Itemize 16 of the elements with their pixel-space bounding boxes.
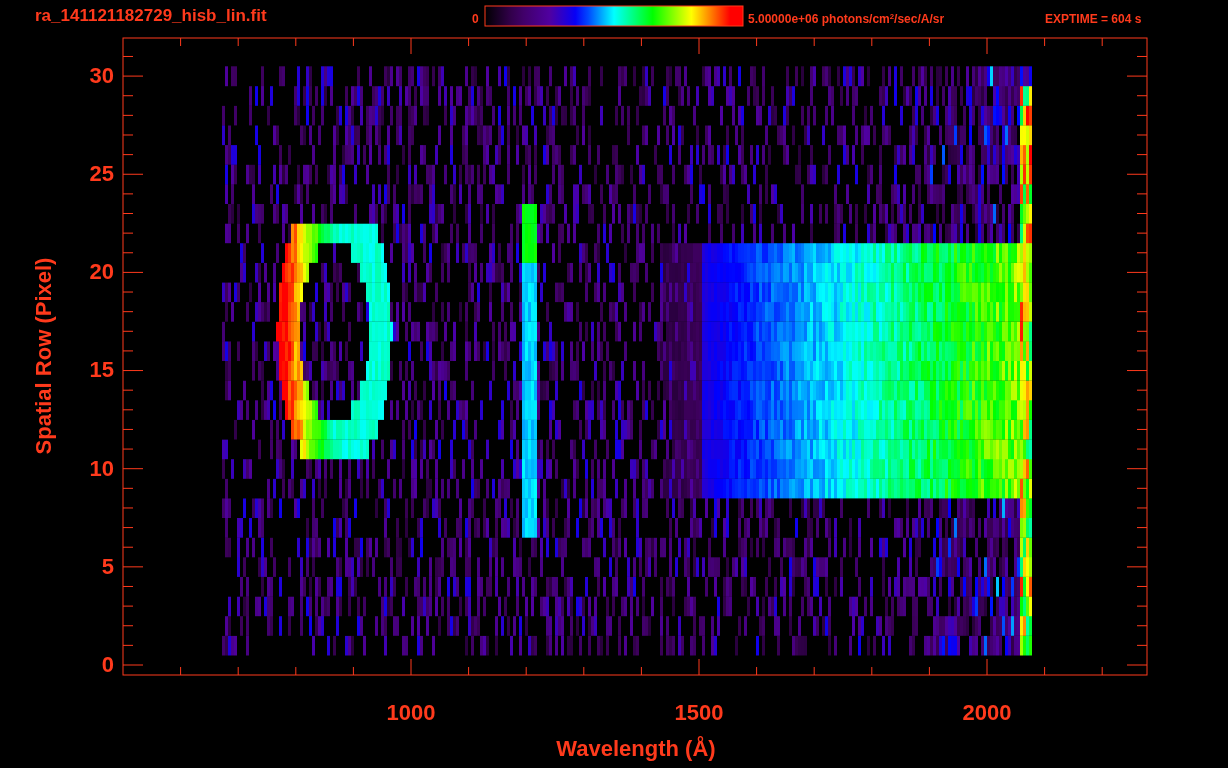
y-tick-label: 20: [89, 261, 114, 284]
y-tick-label: 30: [89, 65, 114, 87]
y-tick-label: 0: [101, 653, 114, 676]
plot-title: ra_141121182729_hisb_lin.fit: [35, 7, 267, 24]
y-axis-label: Spatial Row (Pixel): [33, 257, 55, 455]
y-tick-label: 25: [89, 163, 114, 186]
colorbar-max-label: 5.00000e+06 photons/cm$^{2}$/sec/A/sr: [748, 13, 945, 25]
y-tick-label: 15: [89, 359, 114, 382]
x-tick-label: 1000: [386, 702, 436, 724]
x-tick-label: 2000: [962, 702, 1012, 724]
colorbar-min-label: 0: [472, 13, 479, 25]
y-tick-label: 10: [89, 457, 114, 480]
y-tick-label: 5: [101, 555, 114, 578]
x-tick-label: 1500: [674, 702, 724, 724]
exposure-time: EXPTIME = 604 s: [1045, 13, 1142, 25]
x-axis-label: Wavelength (Å): [556, 738, 716, 760]
